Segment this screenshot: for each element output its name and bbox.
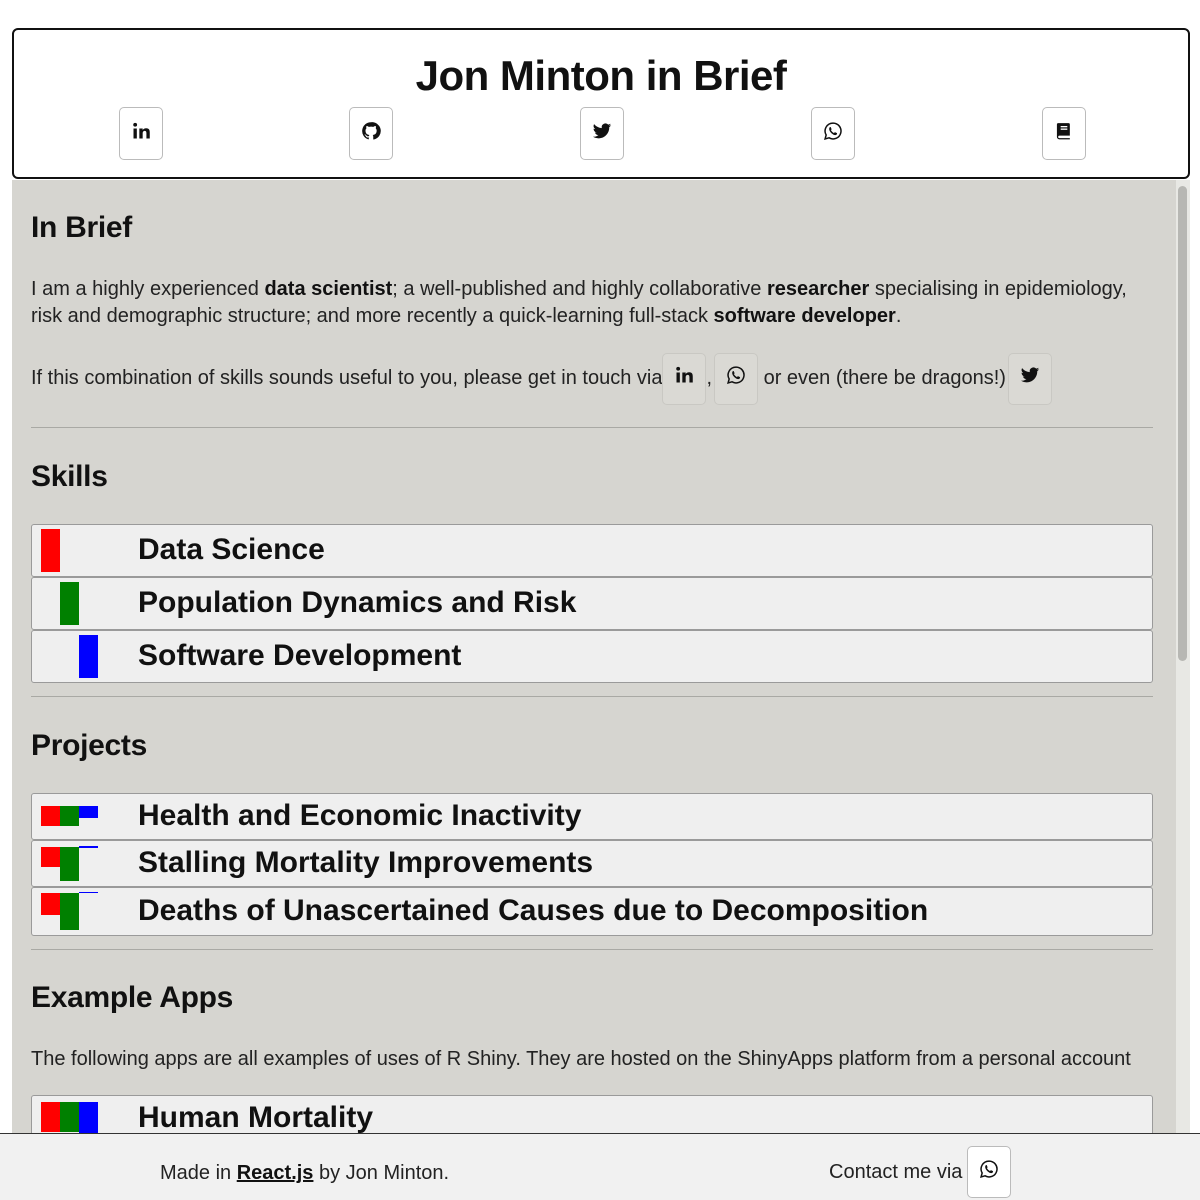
skill-mix-bar-green xyxy=(60,847,79,881)
skill-color-bar xyxy=(41,529,60,572)
footer-contact-label: Contact me via xyxy=(829,1160,963,1183)
skill-card-data-science[interactable]: Data Science xyxy=(31,524,1153,577)
skill-color-bar xyxy=(60,582,79,625)
twitter-icon xyxy=(1020,351,1040,407)
page-title: Jon Minton in Brief xyxy=(415,52,787,99)
inline-linkedin-button[interactable] xyxy=(662,351,707,407)
skills-heading: Skills xyxy=(31,460,108,493)
footer-contact: Contact me via xyxy=(829,1146,1012,1198)
skill-mix-bar-blue xyxy=(79,892,98,893)
page-header: Jon Minton in Brief xyxy=(12,28,1190,179)
whatsapp-icon xyxy=(823,121,843,146)
react-link[interactable]: React.js xyxy=(237,1162,314,1184)
main-content[interactable]: In Brief I am a highly experienced data … xyxy=(12,180,1190,1133)
project-label: Health and Economic Inactivity xyxy=(138,799,582,832)
skill-mix-bar-red xyxy=(41,847,60,867)
project-card-stalling-mortality[interactable]: Stalling Mortality Improvements xyxy=(31,840,1153,887)
divider xyxy=(31,949,1153,950)
footer-credit: Made in React.js by Jon Minton. xyxy=(160,1162,450,1184)
linkedin-button[interactable] xyxy=(119,107,163,160)
skill-label: Data Science xyxy=(138,533,325,566)
whatsapp-icon xyxy=(979,1159,999,1185)
skill-mix-bar-green xyxy=(60,806,79,826)
scrollbar-thumb[interactable] xyxy=(1178,186,1187,661)
inline-twitter-button[interactable] xyxy=(1007,351,1052,407)
skill-color-bar xyxy=(79,635,98,678)
example-apps-description: The following apps are all examples of u… xyxy=(31,1048,1131,1070)
page-footer: Made in React.js by Jon Minton. Contact … xyxy=(0,1133,1200,1200)
skill-label: Software Development xyxy=(138,639,462,672)
project-card-deaths-unascertained[interactable]: Deaths of Unascertained Causes due to De… xyxy=(31,887,1153,936)
skill-mix-bar-green xyxy=(60,1102,79,1132)
linkedin-icon xyxy=(674,351,694,407)
skill-mix-bar-red xyxy=(41,893,60,915)
skill-label: Population Dynamics and Risk xyxy=(138,586,577,619)
github-icon xyxy=(361,121,381,146)
whatsapp-icon xyxy=(726,351,746,407)
twitter-icon xyxy=(592,121,612,146)
project-label: Deaths of Unascertained Causes due to De… xyxy=(138,894,929,927)
footer-whatsapp-button[interactable] xyxy=(967,1146,1012,1198)
projects-heading: Projects xyxy=(31,729,147,762)
skill-mix-bar-blue xyxy=(79,846,98,848)
project-label: Stalling Mortality Improvements xyxy=(138,846,594,879)
example-apps-heading: Example Apps xyxy=(31,981,234,1014)
project-card-health-economic-inactivity[interactable]: Health and Economic Inactivity xyxy=(31,793,1153,840)
github-button[interactable] xyxy=(349,107,393,160)
divider xyxy=(31,696,1153,697)
book-icon xyxy=(1054,121,1074,146)
skill-mix-bar-blue xyxy=(79,806,98,818)
linkedin-icon xyxy=(131,121,151,146)
whatsapp-button[interactable] xyxy=(811,107,855,160)
skill-mix-bar-red xyxy=(41,1102,60,1132)
in-brief-heading: In Brief xyxy=(31,211,132,244)
twitter-button[interactable] xyxy=(580,107,624,160)
contact-paragraph: If this combination of skills sounds use… xyxy=(31,350,1156,406)
skill-mix-bar-blue xyxy=(79,1102,98,1133)
skill-card-software-development[interactable]: Software Development xyxy=(31,630,1153,683)
scrollbar-track[interactable] xyxy=(1176,180,1190,1133)
in-brief-paragraph: I am a highly experienced data scientist… xyxy=(31,278,1127,327)
skill-card-population-dynamics[interactable]: Population Dynamics and Risk xyxy=(31,577,1153,630)
skill-mix-bar-green xyxy=(60,893,79,930)
skill-mix-bar-red xyxy=(41,806,60,826)
app-card-human-mortality[interactable]: Human Mortality xyxy=(31,1095,1153,1133)
divider xyxy=(31,427,1153,428)
inline-whatsapp-button[interactable] xyxy=(714,351,759,407)
book-button[interactable] xyxy=(1042,107,1086,160)
app-label: Human Mortality xyxy=(138,1101,374,1133)
